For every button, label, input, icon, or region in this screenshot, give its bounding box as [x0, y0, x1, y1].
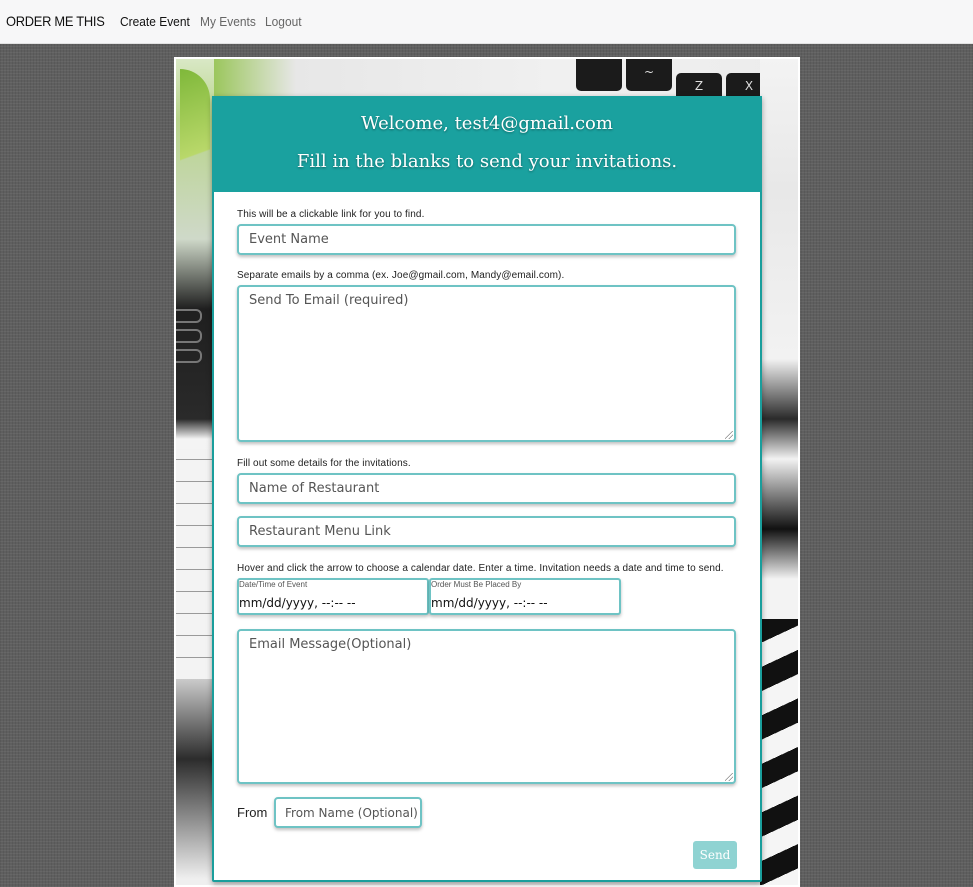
- keyboard-key: ~: [626, 59, 672, 91]
- binder-ring: [176, 329, 202, 343]
- event-name-hint: This will be a clickable link for you to…: [237, 209, 425, 220]
- details-hint: Fill out some details for the invitation…: [237, 458, 411, 469]
- brand-logo[interactable]: ORDER ME THIS: [6, 13, 105, 29]
- resize-handle-icon[interactable]: [725, 773, 733, 781]
- notebook-lines: [176, 449, 214, 679]
- event-datetime-label: Date/Time of Event: [239, 580, 308, 589]
- order-by-label: Order Must Be Placed By: [431, 580, 522, 589]
- binder-ring: [176, 309, 202, 323]
- from-name-input[interactable]: [274, 797, 422, 828]
- plant-leaf: [180, 69, 210, 209]
- nav-create-event[interactable]: Create Event: [120, 14, 190, 29]
- send-button[interactable]: Send: [693, 841, 737, 869]
- order-by-datetime-input[interactable]: Order Must Be Placed By mm/dd/yyyy, --:-…: [429, 578, 621, 615]
- order-by-value[interactable]: mm/dd/yyyy, --:-- --: [431, 596, 548, 610]
- event-name-input[interactable]: [237, 224, 736, 255]
- menu-link-input[interactable]: [237, 516, 736, 547]
- event-datetime-value[interactable]: mm/dd/yyyy, --:-- --: [239, 596, 356, 610]
- send-to-email-textarea[interactable]: [237, 285, 736, 442]
- welcome-heading: Welcome, test4@gmail.com: [361, 113, 613, 134]
- form-header: Welcome, test4@gmail.com Fill in the bla…: [212, 96, 762, 192]
- datetime-hint: Hover and click the arrow to choose a ca…: [237, 563, 724, 574]
- from-label: From: [237, 805, 268, 820]
- binder-ring: [176, 349, 202, 363]
- invitation-form-card: Welcome, test4@gmail.com Fill in the bla…: [212, 96, 762, 882]
- top-navbar: ORDER ME THIS Create Event My Events Log…: [0, 0, 973, 44]
- striped-object: [760, 619, 798, 885]
- keyboard-key: [576, 59, 622, 91]
- nav-logout[interactable]: Logout: [265, 14, 302, 29]
- resize-handle-icon[interactable]: [725, 431, 733, 439]
- send-to-hint: Separate emails by a comma (ex. Joe@gmai…: [237, 270, 565, 281]
- nav-my-events[interactable]: My Events: [200, 14, 256, 29]
- event-datetime-input[interactable]: Date/Time of Event mm/dd/yyyy, --:-- --: [237, 578, 429, 615]
- form-subtitle: Fill in the blanks to send your invitati…: [296, 151, 678, 172]
- photo-right-edge: [760, 59, 798, 885]
- photo-left-edge: [176, 59, 214, 885]
- email-message-textarea[interactable]: [237, 629, 736, 784]
- restaurant-name-input[interactable]: [237, 473, 736, 504]
